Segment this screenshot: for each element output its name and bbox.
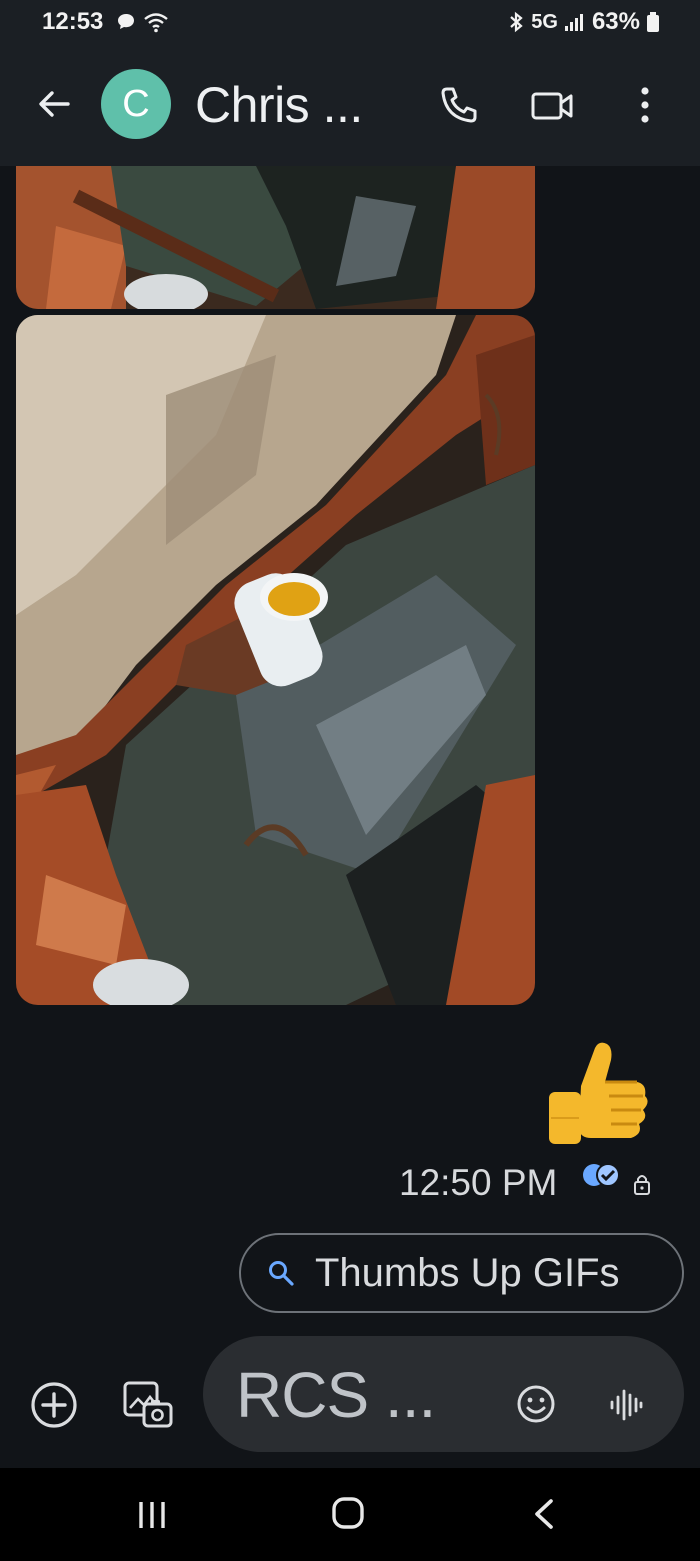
photo-trench-pipe	[16, 315, 535, 1005]
recent-apps-icon[interactable]	[136, 1500, 168, 1530]
avatar[interactable]: C	[101, 69, 171, 139]
signal-icon	[564, 14, 583, 31]
status-notification-icons	[115, 11, 169, 33]
avatar-initial: C	[122, 82, 150, 125]
back-arrow-icon[interactable]	[34, 84, 74, 124]
message-input[interactable]: RCS ...	[203, 1336, 684, 1452]
phone-call-icon[interactable]	[438, 84, 480, 126]
battery-icon	[647, 12, 659, 32]
image-message[interactable]	[16, 315, 535, 1005]
add-attachment-icon[interactable]	[30, 1381, 78, 1429]
thumbs-up-icon[interactable]	[543, 1038, 653, 1150]
more-options-icon[interactable]	[632, 84, 658, 126]
battery-percent: 63%	[591, 8, 640, 35]
status-bar: 12:53 5G 63%	[0, 0, 700, 48]
read-receipt-icon	[583, 1163, 620, 1187]
gallery-camera-icon[interactable]	[122, 1380, 174, 1430]
network-type: 5G	[531, 10, 558, 33]
video-call-icon[interactable]	[530, 86, 574, 126]
search-icon	[269, 1261, 294, 1286]
gif-suggestion-chip[interactable]: Thumbs Up GIFs	[239, 1233, 684, 1313]
image-message[interactable]	[16, 166, 535, 309]
message-input-placeholder: RCS ...	[236, 1359, 436, 1431]
chat-bubble-icon	[118, 14, 134, 29]
wifi-icon	[144, 13, 168, 33]
emoji-icon[interactable]	[516, 1384, 556, 1424]
voice-message-icon[interactable]	[609, 1385, 643, 1425]
message-list[interactable]: 12:50 PM Thumbs Up GIFs	[0, 166, 700, 1468]
home-icon[interactable]	[331, 1496, 365, 1530]
status-time: 12:53	[42, 8, 104, 35]
contact-name[interactable]: Chris ...	[195, 76, 363, 134]
bluetooth-icon	[510, 11, 523, 33]
photo-trench-water	[16, 166, 535, 309]
status-system-icons: 5G 63%	[507, 8, 660, 36]
lock-icon	[634, 1175, 650, 1195]
gif-suggestion-label: Thumbs Up GIFs	[315, 1250, 620, 1295]
system-navigation-bar	[0, 1468, 700, 1561]
message-timestamp: 12:50 PM	[399, 1162, 558, 1203]
nav-back-icon[interactable]	[532, 1498, 556, 1530]
conversation-header: C Chris ...	[0, 48, 700, 166]
